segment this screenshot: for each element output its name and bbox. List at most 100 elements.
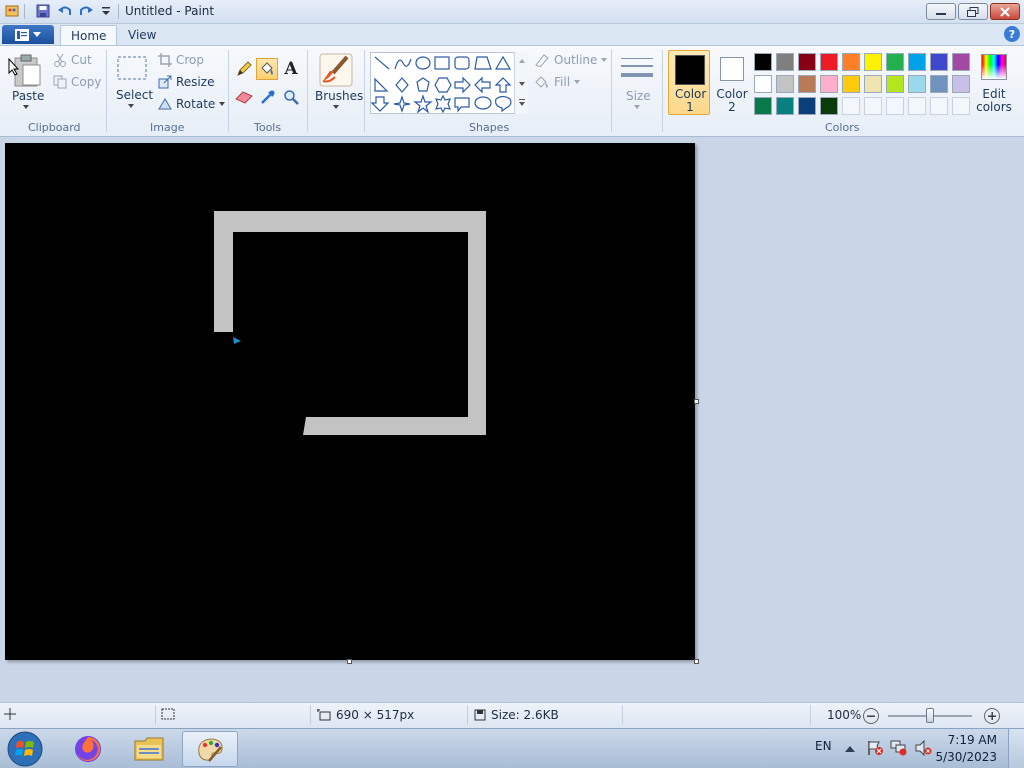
customize-qat-icon[interactable] — [98, 3, 114, 19]
selection-icon — [161, 708, 175, 720]
palette-swatch[interactable] — [798, 97, 816, 115]
outline-button[interactable]: Outline — [534, 53, 608, 67]
resize-button[interactable]: Resize — [158, 75, 214, 89]
palette-swatch[interactable] — [754, 75, 772, 93]
clock-date: 5/30/2023 — [935, 750, 997, 764]
palette-swatch[interactable] — [930, 75, 948, 93]
palette-swatch-empty[interactable] — [842, 97, 860, 115]
palette-swatch[interactable] — [864, 75, 882, 93]
pencil-icon[interactable] — [234, 59, 254, 79]
tab-view[interactable]: View — [118, 25, 166, 46]
save-icon[interactable] — [35, 3, 51, 19]
palette-swatch[interactable] — [820, 97, 838, 115]
paint-app-icon[interactable] — [4, 3, 20, 19]
crop-label: Crop — [176, 53, 205, 67]
palette-swatch-empty[interactable] — [886, 97, 904, 115]
drawing-canvas[interactable] — [5, 143, 695, 660]
clock[interactable]: 7:19 AM 5/30/2023 — [927, 733, 997, 764]
palette-swatch[interactable] — [776, 75, 794, 93]
palette-swatch[interactable] — [952, 53, 970, 71]
show-desktop-button[interactable] — [1008, 729, 1024, 768]
zoom-in-button[interactable] — [984, 708, 1000, 724]
restore-button[interactable] — [958, 3, 988, 20]
size-label: Size — [626, 89, 651, 103]
palette-swatch[interactable] — [952, 75, 970, 93]
palette-swatch-empty[interactable] — [908, 97, 926, 115]
palette-swatch-empty[interactable] — [930, 97, 948, 115]
crop-button[interactable]: Crop — [158, 53, 204, 67]
zoom-slider-thumb[interactable] — [926, 708, 934, 723]
action-center-icon[interactable] — [866, 740, 884, 759]
palette-swatch[interactable] — [908, 75, 926, 93]
color-spectrum-icon — [981, 54, 1007, 80]
palette-swatch[interactable] — [776, 97, 794, 115]
select-button[interactable]: Select — [113, 53, 153, 113]
fill-button[interactable]: Fill — [534, 75, 581, 89]
text-icon[interactable]: A — [281, 59, 301, 79]
paste-label: Paste — [12, 89, 45, 103]
image-group-label: Image — [150, 121, 185, 134]
cut-label: Cut — [71, 53, 92, 67]
size-button[interactable]: Size — [617, 52, 657, 114]
palette-swatch[interactable] — [820, 53, 838, 71]
show-hidden-icons-button[interactable] — [845, 743, 855, 756]
resize-label: Resize — [176, 75, 215, 89]
colors-group-label: Colors — [825, 121, 860, 134]
edit-colors-label-line2: colors — [976, 100, 1012, 114]
file-size-text: Size: 2.6KB — [491, 708, 559, 722]
palette-swatch[interactable] — [776, 53, 794, 71]
brushes-button[interactable]: Brushes — [313, 52, 363, 114]
cut-button[interactable]: Cut — [53, 53, 92, 67]
palette-swatch[interactable] — [908, 53, 926, 71]
help-icon[interactable]: ? — [1004, 26, 1020, 42]
resize-handle-corner[interactable] — [694, 659, 699, 664]
color2-button[interactable]: Color 2 — [715, 52, 749, 114]
palette-swatch[interactable] — [798, 53, 816, 71]
language-indicator[interactable]: EN — [815, 739, 832, 753]
chevron-up-icon — [845, 746, 855, 752]
redo-icon[interactable] — [78, 3, 94, 19]
shapes-gallery — [370, 52, 528, 114]
color1-swatch — [675, 55, 705, 85]
start-button[interactable] — [4, 729, 46, 768]
palette-swatch[interactable] — [886, 75, 904, 93]
fill-icon[interactable] — [256, 58, 278, 80]
palette-swatch[interactable] — [842, 53, 860, 71]
file-explorer-icon[interactable] — [121, 731, 177, 767]
resize-handle-right[interactable] — [694, 399, 699, 404]
rotate-button[interactable]: Rotate — [158, 97, 226, 111]
eraser-icon[interactable] — [234, 87, 254, 107]
palette-swatch[interactable] — [754, 53, 772, 71]
palette-swatch[interactable] — [754, 97, 772, 115]
magnifier-icon[interactable] — [281, 87, 301, 107]
palette-swatch[interactable] — [820, 75, 838, 93]
file-size: Size: 2.6KB — [474, 708, 559, 722]
paint-icon[interactable] — [182, 731, 238, 767]
tab-home[interactable]: Home — [60, 25, 118, 46]
palette-swatch[interactable] — [798, 75, 816, 93]
resize-handle-bottom[interactable] — [347, 659, 352, 664]
clock-time: 7:19 AM — [947, 733, 997, 747]
shapes-group-label: Shapes — [469, 121, 510, 134]
palette-swatch-empty[interactable] — [864, 97, 882, 115]
minimize-button[interactable] — [926, 3, 956, 20]
palette-swatch[interactable] — [930, 53, 948, 71]
close-button[interactable] — [990, 3, 1020, 20]
network-icon[interactable] — [890, 740, 908, 759]
palette-swatch-empty[interactable] — [952, 97, 970, 115]
edit-colors-button[interactable]: Edit colors — [976, 52, 1012, 114]
zoom-out-button[interactable] — [863, 708, 879, 724]
group-separator — [228, 50, 229, 132]
color-picker-icon[interactable] — [258, 87, 278, 107]
palette-swatch[interactable] — [864, 53, 882, 71]
shapes-scrollbar[interactable] — [514, 52, 528, 114]
firefox-icon[interactable] — [60, 731, 116, 767]
chevron-down-icon — [33, 31, 41, 37]
chevron-down-icon — [574, 80, 581, 84]
copy-button[interactable]: Copy — [53, 75, 101, 89]
palette-swatch[interactable] — [842, 75, 860, 93]
paint-menu-button[interactable] — [2, 25, 54, 44]
palette-swatch[interactable] — [886, 53, 904, 71]
menu-icon — [15, 28, 29, 41]
undo-icon[interactable] — [57, 3, 73, 19]
